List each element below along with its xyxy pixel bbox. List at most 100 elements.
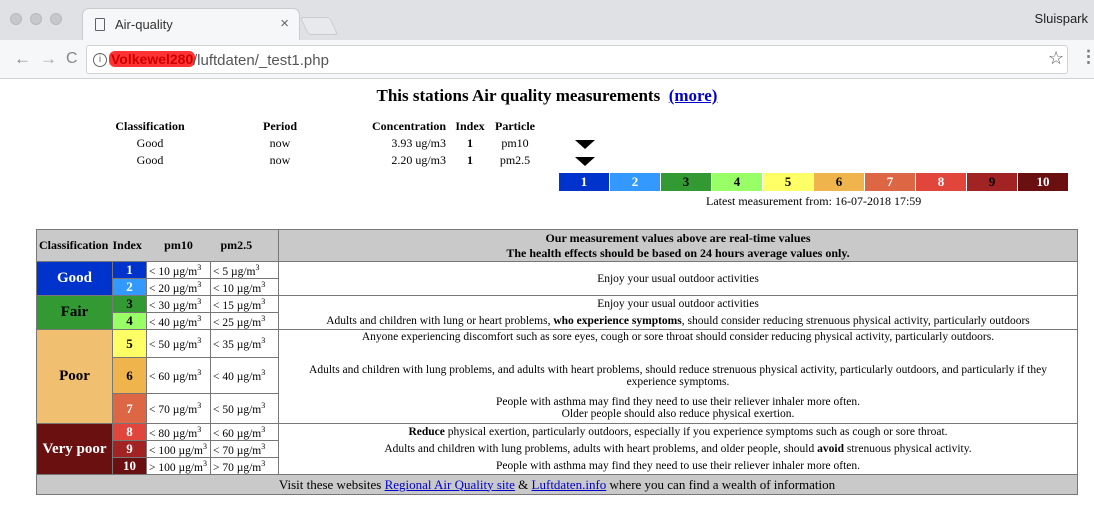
pm10-cell: < 70 µg/m3: [146, 393, 211, 424]
footer-note: Visit these websites Regional Air Qualit…: [36, 474, 1078, 495]
table-row: 10 > 100 µg/m3 > 70 µg/m3 People with as…: [37, 457, 1078, 475]
close-window-button[interactable]: [10, 13, 22, 25]
effect-good: Enjoy your usual outdoor activities: [278, 261, 1078, 296]
measurement-row: Good now 2.20 ug/m3 1 pm2.5: [100, 152, 540, 169]
cell-concentration: 3.93 ug/m3: [391, 136, 446, 150]
pm10-cell: < 40 µg/m3: [146, 312, 211, 330]
effect-poor-6: Adults and children with lung problems, …: [278, 357, 1078, 394]
index-cell: 7: [112, 393, 147, 424]
effect-very-poor-10: People with asthma may find they need to…: [278, 457, 1078, 475]
ref-col-index: Index: [112, 229, 147, 262]
class-poor: Poor: [36, 329, 113, 424]
col-particle: Particle: [495, 119, 535, 133]
pm25-cell: < 5 µg/m3: [210, 261, 279, 279]
tab-close-icon[interactable]: ×: [280, 15, 289, 32]
index-cell: 10: [112, 457, 147, 475]
scale-index-2: 2: [610, 173, 661, 191]
pm25-pointer-icon: [575, 157, 595, 166]
pm10-cell: < 30 µg/m3: [146, 295, 211, 313]
table-row: 4 < 40 µg/m3 < 25 µg/m3 Adults and child…: [37, 312, 1078, 330]
index-cell: 4: [112, 312, 147, 330]
page-title: This stations Air quality measurements (…: [376, 86, 718, 105]
scale-index-8: 8: [916, 173, 967, 191]
cell-classification: Good: [136, 136, 164, 150]
index-cell: 5: [112, 329, 147, 358]
luftdaten-link[interactable]: Luftdaten.info: [532, 477, 607, 492]
col-period: Period: [263, 119, 297, 133]
scale-index-10: 10: [1018, 173, 1069, 191]
effect-fair-1: Enjoy your usual outdoor activities: [278, 295, 1078, 313]
table-row: 7 < 70 µg/m3 < 50 µg/m3 People with asth…: [37, 393, 1078, 424]
scale-index-4: 4: [712, 173, 763, 191]
url-host: Volkewel280: [109, 51, 196, 67]
regional-air-quality-link[interactable]: Regional Air Quality site: [385, 477, 515, 492]
index-scale: 1 2 3 4 5 6 7 8 9 10: [559, 173, 1069, 191]
new-tab-button[interactable]: [299, 17, 339, 35]
effect-fair-2: Adults and children with lung or heart p…: [278, 312, 1078, 330]
maximize-window-button[interactable]: [50, 13, 62, 25]
pm10-cell: < 80 µg/m3: [146, 423, 211, 441]
col-classification: Classification: [115, 119, 185, 133]
cell-particle: pm10: [501, 136, 529, 150]
index-cell: 1: [112, 261, 147, 279]
pm25-cell: < 70 µg/m3: [210, 440, 279, 458]
menu-icon[interactable]: ⋮: [1080, 47, 1094, 67]
table-row: Poor 5 < 50 µg/m3 < 35 µg/m3 Anyone expe…: [36, 329, 1078, 424]
pm10-cell: < 100 µg/m3: [146, 440, 211, 458]
url-path: /luftdaten/_test1.php: [193, 52, 329, 69]
scale-index-3: 3: [661, 173, 712, 191]
measurement-row: Good now 3.93 ug/m3 1 pm10: [100, 135, 540, 152]
forward-icon[interactable]: →: [40, 49, 57, 69]
table-row: Good 1 < 10 µg/m3 < 5 µg/m3 Enjoy your u…: [36, 261, 1078, 296]
class-very-poor: Very poor: [36, 423, 113, 475]
pm10-cell: < 10 µg/m3: [146, 261, 211, 279]
pm25-cell: < 50 µg/m3: [210, 393, 279, 424]
pm10-cell: < 60 µg/m3: [146, 357, 211, 394]
table-row: Fair 3 < 30 µg/m3 < 15 µg/m3 Enjoy your …: [36, 295, 1078, 330]
scale-index-6: 6: [814, 173, 865, 191]
table-row: 9 < 100 µg/m3 < 70 µg/m3 Adults and chil…: [37, 440, 1078, 458]
address-bar[interactable]: i Volkewel280 /luftdaten/_test1.php: [86, 45, 1068, 74]
pm25-cell: < 40 µg/m3: [210, 357, 279, 394]
pm25-cell: < 15 µg/m3: [210, 295, 279, 313]
pm25-cell: < 10 µg/m3: [210, 278, 279, 296]
ref-col-pm10: pm10: [146, 229, 211, 262]
tab-title: Air-quality: [115, 17, 173, 32]
col-concentration: Concentration: [372, 119, 446, 133]
pm25-cell: > 70 µg/m3: [210, 457, 279, 475]
scale-index-9: 9: [967, 173, 1018, 191]
measurement-header-row: Classification Period Concentration Inde…: [100, 118, 540, 135]
info-icon[interactable]: i: [93, 53, 107, 67]
cell-period: now: [269, 153, 291, 167]
page-icon: [95, 18, 105, 31]
more-link[interactable]: (more): [669, 86, 718, 105]
pm10-cell: > 100 µg/m3: [146, 457, 211, 475]
scale-index-7: 7: [865, 173, 916, 191]
bookmark-star-icon[interactable]: ☆: [1048, 48, 1064, 69]
back-icon[interactable]: ←: [14, 49, 31, 69]
class-fair: Fair: [36, 295, 113, 330]
measurement-table: Classification Period Concentration Inde…: [100, 118, 540, 169]
pm10-cell: < 50 µg/m3: [146, 329, 211, 358]
col-index: Index: [455, 119, 485, 133]
browser-toolbar: ← → C i Volkewel280 /luftdaten/_test1.ph…: [0, 40, 1094, 79]
reload-icon[interactable]: C: [66, 50, 78, 68]
table-row: 6 < 60 µg/m3 < 40 µg/m3 Adults and child…: [37, 357, 1078, 394]
latest-measurement: Latest measurement from: 16-07-2018 17:5…: [706, 194, 922, 208]
index-cell: 2: [112, 278, 147, 296]
scale-index-5: 5: [763, 173, 814, 191]
effect-poor-7: People with asthma may find they need to…: [278, 393, 1078, 424]
minimize-window-button[interactable]: [30, 13, 42, 25]
pm10-cell: < 20 µg/m3: [146, 278, 211, 296]
ref-note: Our measurement values above are real-ti…: [278, 229, 1078, 262]
reference-table: Classification Index pm10 pm2.5 Our meas…: [36, 229, 1078, 495]
profile-name[interactable]: Sluispark: [1035, 11, 1088, 26]
browser-tab[interactable]: Air-quality ×: [82, 8, 300, 40]
effect-very-poor-9: Adults and children with lung problems, …: [278, 440, 1078, 458]
ref-col-pm25: pm2.5: [210, 229, 279, 262]
effect-very-poor-8: Reduce physical exertion, particularly o…: [278, 423, 1078, 441]
cell-index: 1: [467, 136, 473, 150]
index-cell: 6: [112, 357, 147, 394]
tab-bar: Air-quality × Sluispark: [0, 0, 1094, 40]
scale-index-1: 1: [559, 173, 610, 191]
